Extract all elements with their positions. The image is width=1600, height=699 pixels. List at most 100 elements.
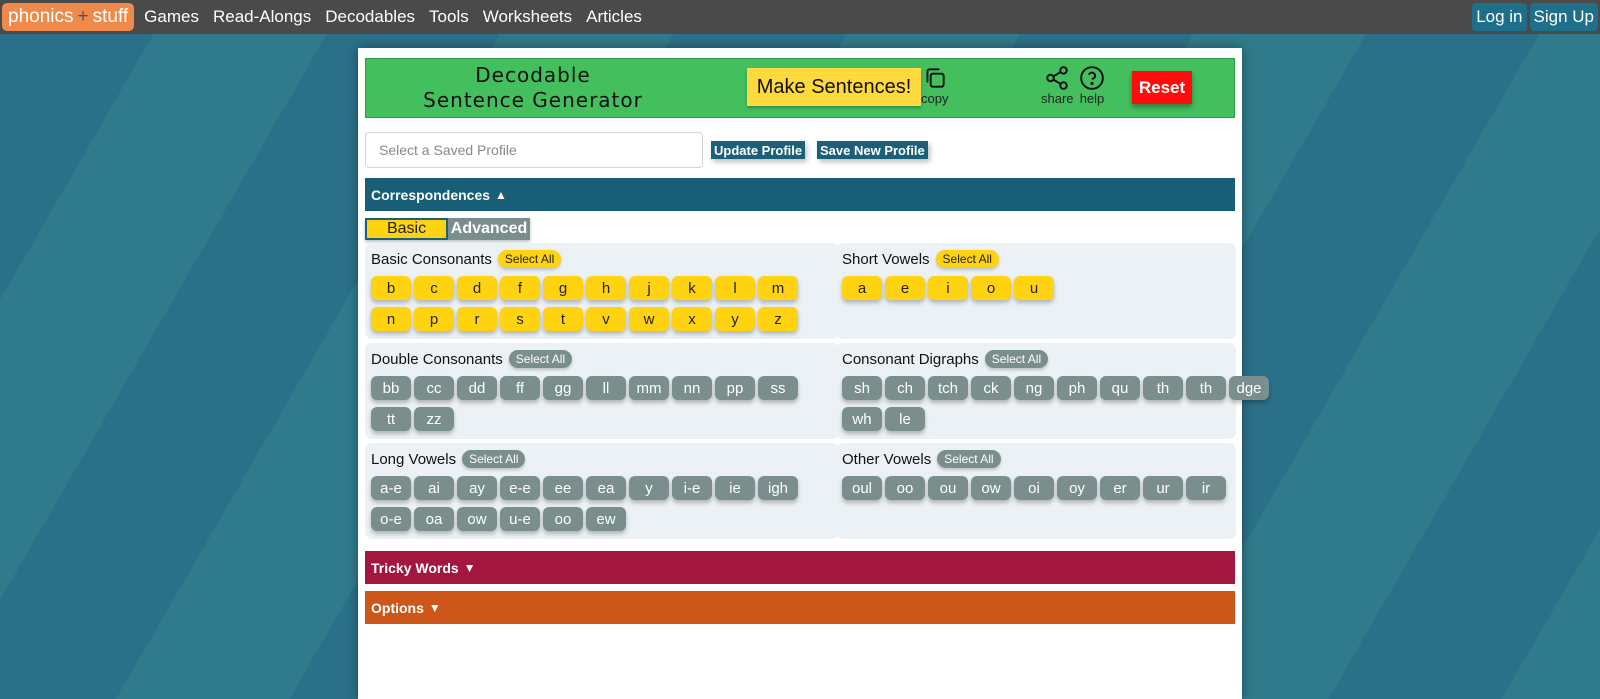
grapheme-chip[interactable]: a	[842, 276, 882, 300]
grapheme-chip[interactable]: igh	[758, 476, 798, 500]
nav-link-worksheets[interactable]: Worksheets	[483, 7, 572, 27]
grapheme-chip[interactable]: ai	[414, 476, 454, 500]
grapheme-chip[interactable]: ay	[457, 476, 497, 500]
grapheme-chip[interactable]: oy	[1057, 476, 1097, 500]
grapheme-chip[interactable]: oa	[414, 507, 454, 531]
grapheme-chip[interactable]: r	[457, 307, 497, 331]
select-all-button[interactable]: Select All	[497, 250, 562, 268]
grapheme-chip[interactable]: n	[371, 307, 411, 331]
grapheme-chip[interactable]: oi	[1014, 476, 1054, 500]
grapheme-chip[interactable]: ch	[885, 376, 925, 400]
grapheme-chip[interactable]: dd	[457, 376, 497, 400]
make-sentences-button[interactable]: Make Sentences!	[747, 68, 921, 106]
update-profile-button[interactable]: Update Profile	[711, 141, 806, 159]
save-new-profile-button[interactable]: Save New Profile	[817, 141, 928, 159]
grapheme-chip[interactable]: oul	[842, 476, 882, 500]
grapheme-chip[interactable]: ow	[971, 476, 1011, 500]
tricky-words-header[interactable]: Tricky Words ▼	[365, 551, 1235, 584]
grapheme-chip[interactable]: a-e	[371, 476, 411, 500]
grapheme-chip[interactable]: dge	[1229, 376, 1269, 400]
grapheme-chip[interactable]: k	[672, 276, 712, 300]
grapheme-chip[interactable]: ll	[586, 376, 626, 400]
grapheme-chip[interactable]: i	[928, 276, 968, 300]
grapheme-chip[interactable]: bb	[371, 376, 411, 400]
grapheme-chip[interactable]: wh	[842, 407, 882, 431]
correspondences-header[interactable]: Correspondences ▲	[365, 178, 1235, 211]
site-logo[interactable]: phonics + stuff	[2, 3, 135, 31]
grapheme-chip[interactable]: l	[715, 276, 755, 300]
grapheme-chip[interactable]: f	[500, 276, 540, 300]
grapheme-chip[interactable]: oo	[543, 507, 583, 531]
grapheme-chip[interactable]: d	[457, 276, 497, 300]
select-all-button[interactable]: Select All	[935, 250, 999, 268]
grapheme-chip[interactable]: y	[629, 476, 669, 500]
grapheme-chip[interactable]: cc	[414, 376, 454, 400]
nav-link-articles[interactable]: Articles	[586, 7, 642, 27]
grapheme-chip[interactable]: ss	[758, 376, 798, 400]
copy-button[interactable]: copy	[921, 65, 948, 106]
grapheme-chip[interactable]: ur	[1143, 476, 1183, 500]
grapheme-chip[interactable]: e-e	[500, 476, 540, 500]
grapheme-chip[interactable]: th	[1143, 376, 1183, 400]
options-header[interactable]: Options ▼	[365, 591, 1235, 624]
nav-link-decodables[interactable]: Decodables	[325, 7, 415, 27]
grapheme-chip[interactable]: y	[715, 307, 755, 331]
nav-link-games[interactable]: Games	[144, 7, 199, 27]
grapheme-chip[interactable]: o	[971, 276, 1011, 300]
grapheme-chip[interactable]: le	[885, 407, 925, 431]
grapheme-chip[interactable]: v	[586, 307, 626, 331]
grapheme-chip[interactable]: oo	[885, 476, 925, 500]
grapheme-chip[interactable]: ew	[586, 507, 626, 531]
grapheme-chip[interactable]: o-e	[371, 507, 411, 531]
signup-button[interactable]: Sign Up	[1529, 3, 1598, 31]
grapheme-chip[interactable]: pp	[715, 376, 755, 400]
grapheme-chip[interactable]: ee	[543, 476, 583, 500]
grapheme-chip[interactable]: ea	[586, 476, 626, 500]
grapheme-chip[interactable]: p	[414, 307, 454, 331]
grapheme-chip[interactable]: m	[758, 276, 798, 300]
grapheme-chip[interactable]: s	[500, 307, 540, 331]
help-button[interactable]: help	[1079, 65, 1105, 106]
select-all-button[interactable]: Select All	[508, 350, 573, 368]
grapheme-chip[interactable]: zz	[414, 407, 454, 431]
grapheme-chip[interactable]: w	[629, 307, 669, 331]
grapheme-chip[interactable]: ir	[1186, 476, 1226, 500]
grapheme-chip[interactable]: h	[586, 276, 626, 300]
nav-link-tools[interactable]: Tools	[429, 7, 469, 27]
toggle-basic[interactable]: Basic	[365, 218, 448, 240]
nav-link-read-alongs[interactable]: Read-Alongs	[213, 7, 311, 27]
grapheme-chip[interactable]: sh	[842, 376, 882, 400]
login-button[interactable]: Log in	[1472, 3, 1527, 31]
grapheme-chip[interactable]: z	[758, 307, 798, 331]
share-button[interactable]: share	[1041, 65, 1074, 106]
grapheme-chip[interactable]: mm	[629, 376, 669, 400]
select-all-button[interactable]: Select All	[937, 450, 1001, 468]
grapheme-chip[interactable]: b	[371, 276, 411, 300]
grapheme-chip[interactable]: u-e	[500, 507, 540, 531]
reset-button[interactable]: Reset	[1132, 71, 1192, 104]
grapheme-chip[interactable]: th	[1186, 376, 1226, 400]
grapheme-chip[interactable]: gg	[543, 376, 583, 400]
grapheme-chip[interactable]: t	[543, 307, 583, 331]
select-all-button[interactable]: Select All	[462, 450, 526, 468]
grapheme-chip[interactable]: qu	[1100, 376, 1140, 400]
saved-profile-select[interactable]: Select a Saved Profile	[365, 132, 703, 168]
grapheme-chip[interactable]: x	[672, 307, 712, 331]
grapheme-chip[interactable]: ff	[500, 376, 540, 400]
grapheme-chip[interactable]: e	[885, 276, 925, 300]
grapheme-chip[interactable]: g	[543, 276, 583, 300]
grapheme-chip[interactable]: ie	[715, 476, 755, 500]
grapheme-chip[interactable]: ng	[1014, 376, 1054, 400]
select-all-button[interactable]: Select All	[984, 350, 1049, 368]
grapheme-chip[interactable]: er	[1100, 476, 1140, 500]
grapheme-chip[interactable]: tt	[371, 407, 411, 431]
grapheme-chip[interactable]: ow	[457, 507, 497, 531]
toggle-advanced[interactable]: Advanced	[448, 218, 530, 240]
grapheme-chip[interactable]: u	[1014, 276, 1054, 300]
grapheme-chip[interactable]: ck	[971, 376, 1011, 400]
grapheme-chip[interactable]: nn	[672, 376, 712, 400]
grapheme-chip[interactable]: ph	[1057, 376, 1097, 400]
grapheme-chip[interactable]: c	[414, 276, 454, 300]
grapheme-chip[interactable]: i-e	[672, 476, 712, 500]
grapheme-chip[interactable]: ou	[928, 476, 968, 500]
